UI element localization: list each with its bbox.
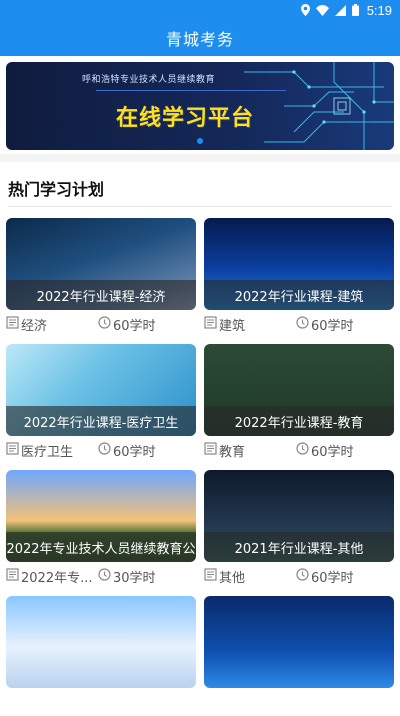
course-category: 2022年专... (6, 567, 98, 586)
course-meta: 教育 60学时 (204, 440, 394, 460)
signal-icon (334, 4, 346, 16)
location-icon (300, 4, 310, 16)
banner-headline: 在线学习平台 (116, 106, 255, 131)
course-hours: 30学时 (98, 567, 156, 586)
course-card[interactable] (204, 596, 394, 716)
course-caption: 2022年行业课程-经济 (6, 280, 196, 310)
banner-accent-line (96, 90, 286, 91)
course-hours-label: 60学时 (113, 318, 156, 334)
course-category: 经济 (6, 315, 98, 334)
course-meta: 其他 60学时 (204, 566, 394, 586)
course-category-label: 2022年专... (21, 570, 93, 586)
course-hours-label: 60学时 (311, 570, 354, 586)
course-caption: 2022年行业课程-医疗卫生 (6, 406, 196, 436)
document-icon (6, 441, 21, 459)
clock-icon (98, 567, 113, 585)
course-hours: 60学时 (296, 441, 354, 460)
section-gap (0, 154, 400, 162)
course-card[interactable] (6, 596, 196, 716)
course-thumbnail[interactable] (6, 596, 196, 688)
course-caption: 2021年行业课程-其他 (204, 532, 394, 562)
course-caption: 2022年行业课程-建筑 (204, 280, 394, 310)
course-thumbnail[interactable]: 2022年行业课程-医疗卫生 (6, 344, 196, 436)
course-thumbnail[interactable]: 2022年专业技术人员继续教育公 (6, 470, 196, 562)
clock-icon (98, 441, 113, 459)
course-category-label: 经济 (21, 318, 48, 334)
course-category: 其他 (204, 567, 296, 586)
course-card[interactable]: 2022年行业课程-经济经济 60学时 (6, 218, 196, 338)
carousel-dot-active[interactable] (197, 138, 203, 144)
course-hours-label: 60学时 (113, 444, 156, 460)
course-category-label: 其他 (219, 570, 246, 586)
course-meta: 2022年专... 30学时 (6, 566, 196, 586)
course-hours: 60学时 (98, 315, 156, 334)
status-bar: 5:19 (0, 0, 400, 20)
battery-icon (351, 4, 359, 16)
banner-subtitle: 呼和浩特专业技术人员继续教育 (82, 75, 216, 85)
document-icon (6, 567, 21, 585)
course-category: 教育 (204, 441, 296, 460)
clock-icon (296, 441, 311, 459)
course-meta: 经济 60学时 (6, 314, 196, 334)
course-thumbnail[interactable]: 2022年行业课程-建筑 (204, 218, 394, 310)
course-thumbnail[interactable]: 2022年行业课程-教育 (204, 344, 394, 436)
course-hours-label: 30学时 (113, 570, 156, 586)
course-card[interactable]: 2021年行业课程-其他其他 60学时 (204, 470, 394, 590)
document-icon (204, 441, 219, 459)
course-category: 建筑 (204, 315, 296, 334)
course-category: 医疗卫生 (6, 441, 98, 460)
section-title: 热门学习计划 (8, 180, 105, 199)
course-card[interactable]: 2022年行业课程-教育教育 60学时 (204, 344, 394, 464)
section-divider (8, 206, 392, 207)
app-bar: 青城考务 (0, 20, 400, 56)
course-caption: 2022年行业课程-教育 (204, 406, 394, 436)
course-hours: 60学时 (296, 315, 354, 334)
app-title: 青城考务 (165, 30, 234, 49)
course-card[interactable]: 2022年专业技术人员继续教育公 2022年专... 30学时 (6, 470, 196, 590)
wifi-icon (315, 4, 329, 16)
course-meta: 建筑 60学时 (204, 314, 394, 334)
document-icon (204, 315, 219, 333)
course-hours-label: 60学时 (311, 444, 354, 460)
circuit-graphic (244, 62, 394, 150)
course-hours: 60学时 (98, 441, 156, 460)
document-icon (6, 315, 21, 333)
clock-icon (98, 315, 113, 333)
carousel-indicator (0, 138, 400, 146)
document-icon (204, 567, 219, 585)
course-card[interactable]: 2022年行业课程-医疗卫生医疗卫生 60学时 (6, 344, 196, 464)
course-thumbnail[interactable] (204, 596, 394, 688)
course-thumbnail[interactable]: 2021年行业课程-其他 (204, 470, 394, 562)
course-thumbnail[interactable]: 2022年行业课程-经济 (6, 218, 196, 310)
clock-icon (296, 315, 311, 333)
course-category-label: 医疗卫生 (21, 444, 74, 460)
course-category-label: 建筑 (219, 318, 246, 334)
course-hours-label: 60学时 (311, 318, 354, 334)
course-hours: 60学时 (296, 567, 354, 586)
course-meta: 医疗卫生 60学时 (6, 440, 196, 460)
course-card[interactable]: 2022年行业课程-建筑建筑 60学时 (204, 218, 394, 338)
course-category-label: 教育 (219, 444, 246, 460)
clock-icon (296, 567, 311, 585)
course-caption: 2022年专业技术人员继续教育公 (6, 532, 196, 562)
banner-carousel[interactable]: 呼和浩特专业技术人员继续教育 在线学习平台 (6, 62, 394, 150)
status-time: 5:19 (366, 2, 392, 18)
